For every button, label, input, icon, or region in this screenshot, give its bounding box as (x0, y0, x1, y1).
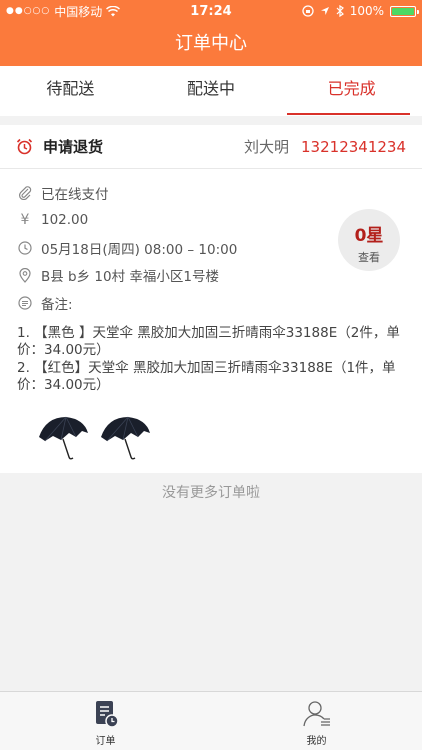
battery-level (392, 7, 414, 15)
clock-icon (18, 240, 32, 256)
rating-value: 0星 (354, 226, 384, 246)
order-card[interactable]: 申请退货 刘大明 13212341234 已在线支付 ¥ 102.00 05月1… (0, 125, 422, 473)
order-items: 1. 【黑色 】天堂伞 黑胶加大加固三折晴雨伞33188E（2件，单价：34.0… (0, 317, 422, 395)
tab-completed[interactable]: 已完成 (281, 66, 422, 116)
alarm-clock-icon (16, 138, 33, 155)
customer-name: 刘大明 (244, 138, 290, 156)
bottom-tab-bar: 订单 我的 (0, 691, 422, 750)
paperclip-icon (18, 185, 32, 201)
order-item: 2. 【红色】天堂伞 黑胶加大加固三折晴雨伞33188E（1件，单价：34.00… (17, 359, 396, 394)
order-card-header: 申请退货 刘大明 13212341234 (0, 125, 422, 169)
tabbar-item-profile[interactable]: 我的 (211, 692, 422, 750)
order-item: 1. 【黑色 】天堂伞 黑胶加大加固三折晴雨伞33188E（2件，单价：34.0… (17, 324, 400, 359)
tab-delivering[interactable]: 配送中 (141, 66, 282, 116)
rating-view-label: 查看 (358, 251, 380, 264)
clock: 17:24 (190, 3, 232, 19)
yen-icon: ¥ (20, 212, 30, 229)
tab-pending[interactable]: 待配送 (0, 66, 141, 116)
payment-status: 已在线支付 (41, 186, 109, 203)
delivery-address: B县 b乡 10村 幸福小区1号楼 (41, 269, 219, 286)
location-pin-icon (18, 267, 32, 283)
umbrella-product-image[interactable] (36, 413, 90, 461)
customer-phone[interactable]: 13212341234 (301, 138, 406, 156)
note-row: 备注: (0, 289, 422, 317)
order-tabs: 待配送 配送中 已完成 (0, 66, 422, 116)
product-thumbnails (36, 413, 152, 461)
payment-row: 已在线支付 (0, 179, 422, 207)
header: ●●○○○ 中国移动 17:24 100% 订单中心 (0, 0, 422, 66)
note-label: 备注: (41, 296, 73, 313)
tabbar-label-profile: 我的 (306, 736, 327, 747)
profile-icon (302, 701, 330, 727)
battery-icon (390, 5, 419, 17)
order-status: 申请退货 (43, 138, 104, 156)
delivery-time: 05月18日(周四) 08:00 – 10:00 (41, 241, 238, 258)
status-bar: ●●○○○ 中国移动 17:24 100% (0, 0, 422, 22)
tabbar-label-orders: 订单 (95, 736, 116, 747)
order-icon (95, 701, 119, 728)
no-more-orders-text: 没有更多订单啦 (162, 485, 260, 501)
comment-icon (18, 295, 32, 311)
order-price: 102.00 (41, 212, 89, 229)
page-title: 订单中心 (175, 33, 247, 54)
rating-button[interactable]: 0星 查看 (338, 209, 400, 271)
tabbar-item-orders[interactable]: 订单 (0, 692, 211, 750)
umbrella-product-image[interactable] (98, 413, 152, 461)
